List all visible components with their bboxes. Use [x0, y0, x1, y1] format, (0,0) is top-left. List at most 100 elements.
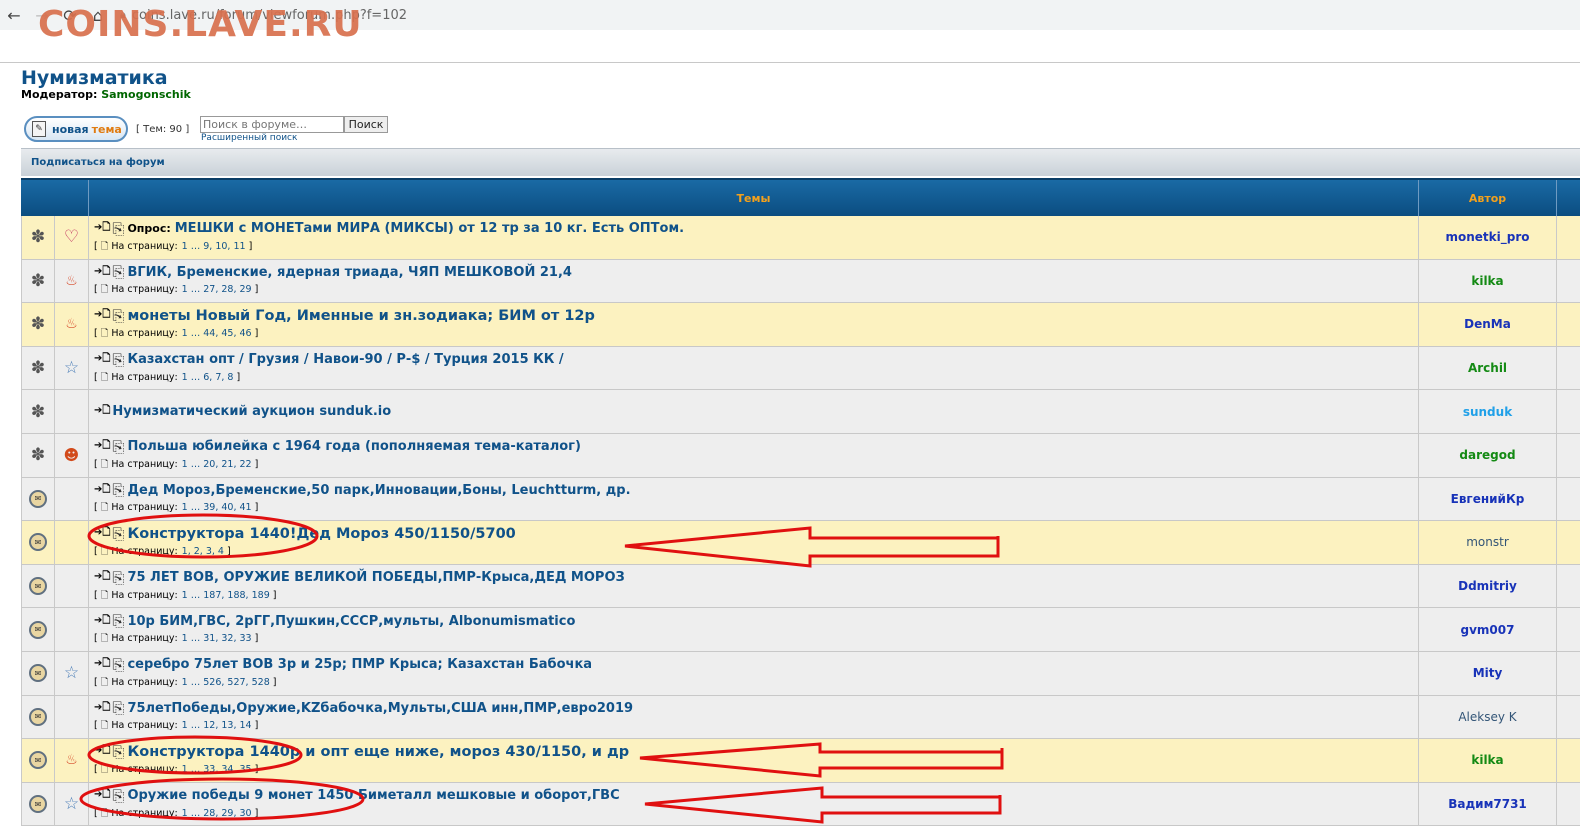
moderator-link[interactable]: Samogonschik [101, 88, 191, 101]
page-links[interactable]: 1 … 31, 32, 33 [182, 633, 252, 644]
topic-title-link[interactable]: монеты Новый Год, Именные и зн.зодиака; … [127, 308, 594, 324]
new-post-arrow-icon[interactable]: ➔🗋︎ [94, 482, 110, 499]
new-post-arrow-icon[interactable]: ➔🗋︎ [94, 787, 110, 804]
page-links[interactable]: 1 … 526, 527, 528 [182, 677, 270, 688]
attachment-clip-icon: ⎘ [112, 699, 125, 718]
author-link[interactable]: Archil [1468, 361, 1507, 375]
last-post-cell [1557, 652, 1580, 695]
author-link[interactable]: Mity [1473, 666, 1503, 680]
new-post-arrow-icon[interactable]: ➔🗋︎ [94, 656, 110, 673]
new-post-arrow-icon[interactable]: ➔🗋︎ [94, 264, 110, 281]
row-icon-cell: ✽ [21, 216, 55, 259]
header-icons [21, 180, 89, 216]
pages-bracket: ] [251, 284, 259, 296]
topic-title-link[interactable]: ВГИК, Бременские, ядерная триада, ЧЯП МЕ… [127, 265, 572, 280]
topic-cell: ➔🗋︎ ⎘ ВГИК, Бременские, ядерная триада, ЧЯ… [89, 259, 1419, 303]
address-field[interactable]: 🔒︎ coins.lave.ru/forum/viewforum.php?f=1… [120, 3, 407, 27]
page-links[interactable]: 1 … 9, 10, 11 [182, 241, 246, 252]
new-post-arrow-icon[interactable]: ➔🗋︎ [94, 403, 110, 420]
author-link[interactable]: kilka [1471, 753, 1503, 767]
new-post-arrow-icon[interactable]: ➔🗋︎ [94, 220, 110, 237]
topic-line: ➔🗋︎ ⎘ Опрос: МЕШКИ с МОНЕТами МИРА (МИКСЫ) … [94, 220, 684, 238]
topic-title-link[interactable]: Оружие победы 9 монет 1450 Биметалл мешк… [127, 788, 619, 803]
topic-cell: ➔🗋︎ ⎘ серебро 75лет ВОВ 3р и 25р; ПМР Крыс… [89, 651, 1419, 695]
last-post-cell [1557, 260, 1580, 303]
topic-rows: ✽ ♡ ➔🗋︎ ⎘ Опрос: МЕШКИ с МОНЕТами МИРА (МИКСЫ… [21, 216, 1580, 827]
page-links[interactable]: 1 … 6, 7, 8 [182, 372, 234, 383]
page-links[interactable]: 1 … 187, 188, 189 [182, 590, 270, 601]
author-cell: Archil [1419, 346, 1557, 390]
author-link[interactable]: sunduk [1463, 405, 1512, 419]
author-link[interactable]: ЕвгенийКр [1451, 492, 1525, 506]
topic-title-link[interactable]: 75летПобеды,Оружие,KZбабочка,Мульты,США … [127, 701, 633, 716]
topic-title-link[interactable]: 75 ЛЕТ ВОВ, ОРУЖИЕ ВЕЛИКОЙ ПОБЕДЫ,ПМР-Кр… [127, 570, 624, 585]
pages-icon: [ 🗋︎ [94, 371, 112, 383]
last-post-cell [1557, 347, 1580, 390]
new-topic-button[interactable]: ✎ новая тема [24, 116, 128, 142]
topic-pages: [ 🗋︎ На страницу: 1 … 526, 527, 528 ] [94, 675, 276, 691]
header-author[interactable]: Автор [1419, 180, 1557, 216]
attachment-clip-icon: ⎘ [112, 742, 125, 761]
new-post-arrow-icon[interactable]: ➔🗋︎ [94, 307, 110, 324]
row-icon-cell: ✉ [21, 739, 55, 782]
advanced-search-link[interactable]: Расширенный поиск [201, 133, 297, 143]
author-link[interactable]: Aleksey K [1458, 710, 1516, 724]
topic-title-link[interactable]: МЕШКИ с МОНЕТами МИРА (МИКСЫ) от 12 тр з… [175, 221, 684, 236]
author-link[interactable]: Вадим7731 [1448, 797, 1527, 811]
row-icon-cell: ☻ [55, 433, 89, 477]
topic-title-link[interactable]: Конструктора 1440р и опт еще ниже, мороз… [127, 744, 629, 760]
new-post-arrow-icon[interactable]: ➔🗋︎ [94, 438, 110, 455]
table-row: ✉ ➔🗋︎ ⎘ 75 ЛЕТ ВОВ, ОРУЖИЕ ВЕЛИКОЙ ПОБЕДЫ,П… [21, 564, 1580, 609]
new-post-arrow-icon[interactable]: ➔🗋︎ [94, 613, 110, 630]
forum-search-input[interactable] [200, 116, 344, 133]
topic-title-link[interactable]: 10р БИМ,ГВС, 2рГГ,Пушкин,СССР,мульты, Al… [127, 614, 575, 629]
last-post-cell [1557, 739, 1580, 782]
back-arrow-icon[interactable]: ← [0, 0, 28, 30]
topic-line: ➔🗋︎ ⎘ Дед Мороз,Бременские,50 парк,Инновац… [94, 481, 631, 499]
page-title[interactable]: Нумизматика [21, 67, 168, 89]
reload-icon[interactable]: ⟳ [56, 0, 84, 30]
topic-title-link[interactable]: Казахстан опт / Грузия / Навои-90 / Р-$ … [127, 352, 563, 367]
table-row: ✉ ➔🗋︎ ⎘ 75летПобеды,Оружие,KZбабочка,Мульты… [21, 695, 1580, 740]
new-post-arrow-icon[interactable]: ➔🗋︎ [94, 351, 110, 368]
author-link[interactable]: gvm007 [1461, 623, 1515, 637]
page-links[interactable]: 1 … 39, 40, 41 [182, 502, 252, 513]
topic-title-link[interactable]: Конструктора 1440!Дед Мороз 450/1150/570… [127, 526, 515, 542]
page-links[interactable]: 1 … 44, 45, 46 [182, 328, 252, 339]
new-post-arrow-icon[interactable]: ➔🗋︎ [94, 700, 110, 717]
attachment-clip-icon: ⎘ [112, 568, 125, 587]
new-post-arrow-icon[interactable]: ➔🗋︎ [94, 743, 110, 760]
row-icon-cell: ✽ [21, 303, 55, 346]
author-link[interactable]: kilka [1471, 274, 1503, 288]
header-topics[interactable]: Темы [89, 180, 1419, 216]
topic-title-link[interactable]: Дед Мороз,Бременские,50 парк,Инновации,Б… [127, 483, 630, 498]
forward-arrow-icon[interactable]: → [28, 0, 56, 30]
topic-pages: [ 🗋︎ На страницу: 1 … 6, 7, 8 ] [94, 370, 240, 386]
topic-pages: [ 🗋︎ На страницу: 1 … 12, 13, 14 ] [94, 718, 258, 734]
page-links[interactable]: 1, 2, 3, 4 [182, 546, 224, 557]
topic-title-link[interactable]: Нумизматический аукцион sunduk.io [112, 404, 391, 419]
author-link[interactable]: DenMa [1464, 317, 1511, 331]
page-links[interactable]: 1 … 12, 13, 14 [182, 720, 252, 731]
home-icon[interactable]: ⌂ [84, 0, 112, 30]
topic-line: ➔🗋︎ ⎘ Оружие победы 9 монет 1450 Биметалл … [94, 787, 620, 805]
search-button[interactable]: Поиск [344, 116, 388, 133]
topic-pages: [ 🗋︎ На страницу: 1 … 9, 10, 11 ] [94, 239, 252, 255]
author-link[interactable]: daregod [1459, 448, 1515, 462]
author-link[interactable]: Ddmitriy [1458, 579, 1517, 593]
subscribe-link[interactable]: Подписаться на форум [31, 157, 165, 168]
topic-title-link[interactable]: серебро 75лет ВОВ 3р и 25р; ПМР Крыса; К… [127, 657, 592, 672]
topic-pages: [ 🗋︎ На страницу: 1, 2, 3, 4 ] [94, 544, 231, 560]
pages-icon: [ 🗋︎ [94, 807, 112, 819]
table-row: ✽ ☻ ➔🗋︎ ⎘ Польша юбилейка с 1964 года (попол… [21, 433, 1580, 478]
new-post-arrow-icon[interactable]: ➔🗋︎ [94, 569, 110, 586]
topic-title-link[interactable]: Польша юбилейка с 1964 года (пополняемая… [127, 439, 580, 454]
fire-icon: ♨ [65, 272, 78, 289]
page-links[interactable]: 1 … 27, 28, 29 [182, 284, 252, 295]
page-links[interactable]: 1 … 33, 34, 35 [182, 764, 252, 775]
author-link[interactable]: monstr [1466, 535, 1509, 549]
page-links[interactable]: 1 … 28, 29, 30 [182, 808, 252, 819]
page-links[interactable]: 1 … 20, 21, 22 [182, 459, 252, 470]
author-link[interactable]: monetki_pro [1445, 230, 1529, 244]
new-post-arrow-icon[interactable]: ➔🗋︎ [94, 525, 110, 542]
